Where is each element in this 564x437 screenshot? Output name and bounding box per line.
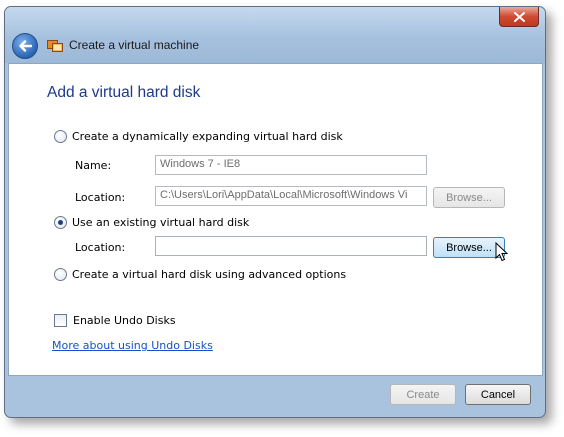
close-icon [513,11,525,22]
mouse-cursor-icon [495,242,508,262]
radio-existing-disk-label: Use an existing virtual hard disk [72,216,250,229]
close-button[interactable] [499,7,539,27]
create-button[interactable]: Create [390,384,456,405]
undo-disks-help-link[interactable]: More about using Undo Disks [52,339,213,352]
dialog-window: Create a virtual machine Add a virtual h… [4,6,546,418]
dynamic-browse-button[interactable]: Browse... [433,187,505,208]
name-label: Name: [75,159,112,172]
window-title: Create a virtual machine [69,38,200,52]
radio-advanced-options[interactable]: Create a virtual hard disk using advance… [54,268,346,281]
existing-location-field[interactable] [155,236,427,256]
dynamic-location-label: Location: [75,191,126,204]
cancel-button[interactable]: Cancel [465,384,531,405]
virtual-pc-icon [47,39,63,52]
page-heading: Add a virtual hard disk [47,84,201,101]
radio-existing-disk-button[interactable] [54,216,67,229]
name-field[interactable]: Windows 7 - IE8 [155,155,427,175]
radio-existing-disk[interactable]: Use an existing virtual hard disk [54,216,249,229]
back-button[interactable] [12,33,38,59]
enable-undo-disks-label: Enable Undo Disks [73,314,176,327]
radio-advanced-options-button[interactable] [54,268,67,281]
existing-location-label: Location: [75,241,126,254]
radio-dynamic-disk-label: Create a dynamically expanding virtual h… [72,130,343,143]
enable-undo-disks-checkbox[interactable] [54,314,67,327]
content-area: Add a virtual hard disk Create a dynamic… [8,63,543,376]
radio-dynamic-disk[interactable]: Create a dynamically expanding virtual h… [54,130,343,143]
back-arrow-icon [19,40,32,52]
radio-dynamic-disk-button[interactable] [54,130,67,143]
title-bar: Create a virtual machine [5,7,545,63]
dynamic-location-field[interactable]: C:\Users\Lori\AppData\Local\Microsoft\Wi… [155,186,427,206]
radio-advanced-options-label: Create a virtual hard disk using advance… [72,268,347,281]
